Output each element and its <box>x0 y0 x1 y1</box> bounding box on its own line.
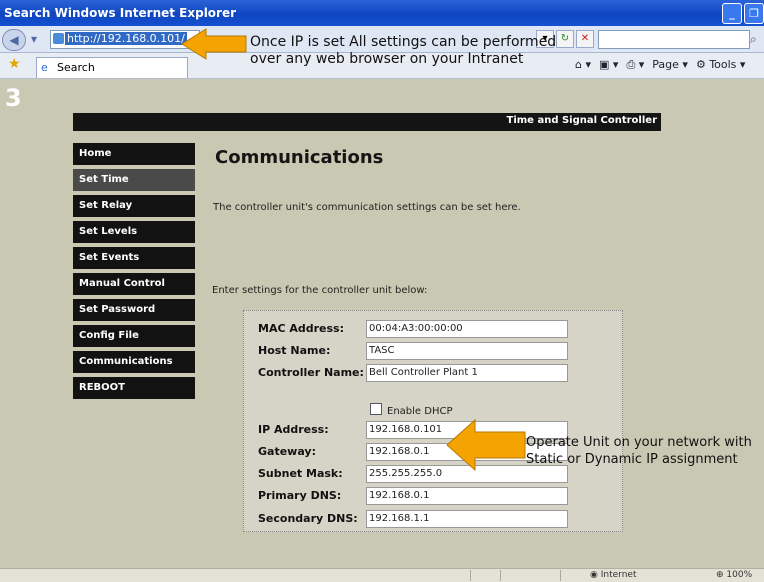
nav-item-manual-control[interactable]: Manual Control <box>73 273 195 295</box>
home-icon[interactable]: ⌂ ▾ <box>575 58 591 72</box>
page-header-bar: Time and Signal Controller <box>73 113 661 131</box>
host-name-field[interactable]: TASC <box>366 342 568 360</box>
enable-dhcp-label: Enable DHCP <box>387 406 453 417</box>
secondary-dns-label: Secondary DNS: <box>258 512 358 525</box>
slide-number: 3 <box>5 84 22 112</box>
sidebar-nav: Home Set Time Set Relay Set Levels Set E… <box>73 143 195 403</box>
header-title: Time and Signal Controller <box>506 115 657 126</box>
callout-arrow-left <box>181 28 247 60</box>
nav-item-set-levels[interactable]: Set Levels <box>73 221 195 243</box>
gateway-label: Gateway: <box>258 445 316 458</box>
checkbox-box[interactable] <box>370 403 382 415</box>
controller-name-field[interactable]: Bell Controller Plant 1 <box>366 364 568 382</box>
tab-search[interactable]: e Search <box>36 57 188 78</box>
back-button[interactable]: ◀ <box>2 29 26 51</box>
nav-item-set-password[interactable]: Set Password <box>73 299 195 321</box>
search-icon[interactable]: ⌕ <box>750 32 757 47</box>
callout-right-line2: Static or Dynamic IP assignment <box>526 452 738 467</box>
globe-icon: ◉ <box>590 570 598 580</box>
window-title: Search Windows Internet Explorer <box>4 6 237 20</box>
subnet-mask-label: Subnet Mask: <box>258 467 343 480</box>
enable-dhcp-checkbox[interactable]: Enable DHCP <box>370 403 452 417</box>
maximize-button[interactable]: ❐ <box>744 3 764 24</box>
gear-icon: ⚙ <box>695 58 706 71</box>
callout-top: Once IP is set All settings can be perfo… <box>250 34 556 68</box>
zone-label: Internet <box>600 570 637 580</box>
status-divider <box>500 570 501 581</box>
page-title: Communications <box>215 147 384 168</box>
window-title-bar: Search Windows Internet Explorer _ ❐ <box>0 0 764 26</box>
callout-right: Operate Unit on your network with Static… <box>526 434 752 468</box>
callout-arrow-left-2 <box>446 418 526 472</box>
back-arrow-icon: ◀ <box>9 33 19 47</box>
zoom-icon: ⊕ <box>716 570 724 580</box>
nav-item-reboot[interactable]: REBOOT <box>73 377 195 399</box>
security-zone: ◉ Internet <box>590 570 636 580</box>
callout-right-line1: Operate Unit on your network with <box>526 435 752 450</box>
nav-item-set-relay[interactable]: Set Relay <box>73 195 195 217</box>
refresh-button[interactable]: ↻ <box>556 30 574 48</box>
secondary-dns-field[interactable]: 192.168.1.1 <box>366 510 568 528</box>
enter-settings-text: Enter settings for the controller unit b… <box>212 285 428 296</box>
tab-label: Search <box>57 61 95 74</box>
primary-dns-field[interactable]: 192.168.0.1 <box>366 487 568 505</box>
tools-menu-label: Tools <box>709 58 737 71</box>
host-name-label: Host Name: <box>258 344 331 357</box>
intro-text: The controller unit's communication sett… <box>213 202 521 213</box>
mac-label: MAC Address: <box>258 322 345 335</box>
callout-top-line1: Once IP is set All settings can be perfo… <box>250 34 557 50</box>
chevron-down-icon: ▾ <box>30 32 38 46</box>
status-bar: ◉ Internet ⊕ 100% <box>0 568 764 582</box>
controller-name-label: Controller Name: <box>258 366 364 379</box>
nav-item-home[interactable]: Home <box>73 143 195 165</box>
status-divider <box>470 570 471 581</box>
primary-dns-label: Primary DNS: <box>258 489 342 502</box>
nav-item-communications[interactable]: Communications <box>73 351 195 373</box>
refresh-icon: ↻ <box>560 33 570 44</box>
favorites-star-icon[interactable]: ★ <box>8 56 21 72</box>
stop-button[interactable]: ✕ <box>576 30 594 48</box>
zoom-label: 100% <box>726 570 753 580</box>
nav-item-set-time[interactable]: Set Time <box>73 169 195 191</box>
page-icon <box>53 33 64 44</box>
close-icon: ✕ <box>580 33 590 44</box>
command-bar: ⌂ ▾ ▣ ▾ ⎙ ▾ Page ▾ ⚙ Tools ▾ <box>575 58 745 72</box>
search-input[interactable] <box>598 30 750 49</box>
zoom-control[interactable]: ⊕ 100% <box>716 570 752 580</box>
callout-top-line2: over any web browser on your Intranet <box>250 51 524 67</box>
page-menu[interactable]: Page ▾ <box>652 58 688 72</box>
nav-item-set-events[interactable]: Set Events <box>73 247 195 269</box>
feeds-icon[interactable]: ▣ ▾ <box>599 58 618 72</box>
nav-item-config-file[interactable]: Config File <box>73 325 195 347</box>
address-url: http://192.168.0.101/ <box>65 32 187 45</box>
address-input[interactable]: http://192.168.0.101/ <box>50 30 200 49</box>
minimize-button[interactable]: _ <box>722 3 742 24</box>
tools-menu[interactable]: ⚙ Tools ▾ <box>696 58 746 72</box>
history-dropdown[interactable]: ▾ <box>26 29 42 49</box>
print-icon[interactable]: ⎙ ▾ <box>626 58 644 72</box>
status-divider <box>560 570 561 581</box>
page-menu-label: Page <box>652 58 679 71</box>
ie-logo-icon: e <box>41 61 48 74</box>
ip-address-label: IP Address: <box>258 423 329 436</box>
mac-address-field[interactable]: 00:04:A3:00:00:00 <box>366 320 568 338</box>
